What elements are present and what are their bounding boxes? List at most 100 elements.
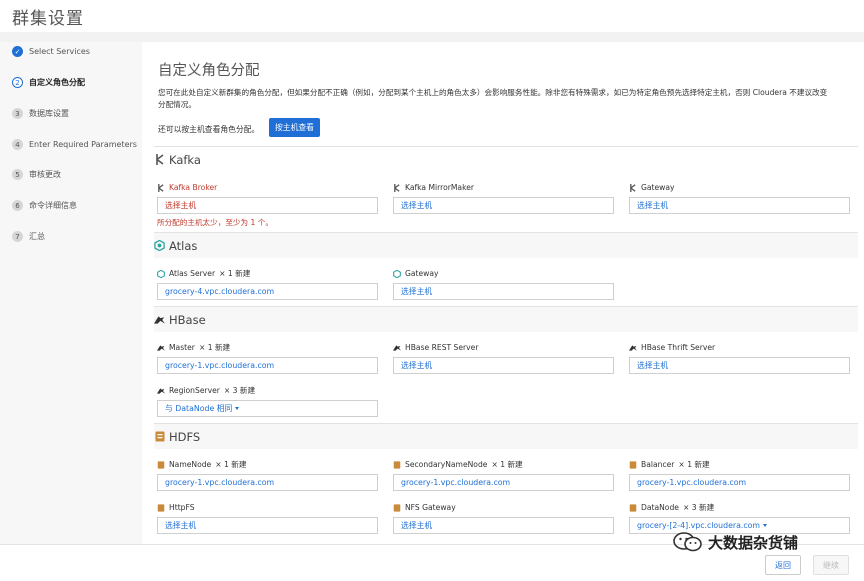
host-select[interactable]: 选择主机 bbox=[393, 197, 614, 214]
kafka-section-name: Kafka bbox=[169, 152, 201, 167]
hdfs-icon bbox=[157, 460, 165, 469]
instance-count: × 1 新建 bbox=[491, 460, 523, 469]
role-atlas-gateway: Gateway 选择主机 bbox=[393, 268, 614, 300]
step-number: 5 bbox=[12, 169, 23, 180]
role-hdfs-nfs-gateway: NFS Gateway 选择主机 bbox=[393, 502, 614, 534]
role-hdfs-namenode: NameNode × 1 新建 grocery-1.vpc.cloudera.c… bbox=[157, 459, 378, 491]
step-number: 7 bbox=[12, 231, 23, 242]
back-button[interactable]: 返回 bbox=[765, 555, 801, 575]
step-number: 2 bbox=[12, 77, 23, 88]
watermark: 大数据杂货铺 bbox=[672, 531, 798, 553]
role-kafka-mirrormaker: Kafka MirrorMaker 选择主机 bbox=[393, 182, 614, 214]
role-hbase-thrift-server: HBase Thrift Server 选择主机 bbox=[629, 342, 850, 374]
host-select[interactable]: grocery-1.vpc.cloudera.com bbox=[157, 357, 378, 374]
caret-down-icon bbox=[235, 407, 240, 410]
role-name: Gateway bbox=[641, 183, 675, 192]
host-select[interactable]: grocery-1.vpc.cloudera.com bbox=[393, 474, 614, 491]
hdfs-icon bbox=[629, 460, 637, 469]
step-select-services[interactable]: ✓ Select Services bbox=[12, 46, 90, 57]
atlas-icon bbox=[154, 240, 165, 251]
header-divider bbox=[0, 32, 864, 42]
atlas-section-name: Atlas bbox=[169, 238, 198, 253]
step-label: Select Services bbox=[29, 47, 90, 56]
role-name: Balancer bbox=[641, 460, 675, 469]
step-number: 3 bbox=[12, 108, 23, 119]
step-database-setup[interactable]: 3 数据库设置 bbox=[12, 108, 69, 119]
host-select[interactable]: 选择主机 bbox=[393, 517, 614, 534]
step-command-details[interactable]: 6 命令详细信息 bbox=[12, 200, 77, 211]
instance-count: × 3 新建 bbox=[223, 386, 256, 395]
role-name: Kafka MirrorMaker bbox=[405, 183, 475, 192]
check-icon: ✓ bbox=[12, 46, 23, 57]
kafka-icon bbox=[629, 183, 637, 192]
kafka-icon bbox=[154, 154, 165, 165]
atlas-icon bbox=[157, 269, 165, 278]
host-select[interactable]: 选择主机 bbox=[393, 283, 614, 300]
continue-button[interactable]: 继续 bbox=[813, 555, 849, 575]
role-kafka-gateway: Gateway 选择主机 bbox=[629, 182, 850, 214]
step-review-changes[interactable]: 5 审核更改 bbox=[12, 169, 61, 180]
section-title: 自定义角色分配 bbox=[158, 63, 260, 79]
role-name: SecondaryNameNode bbox=[405, 460, 488, 469]
step-number: 6 bbox=[12, 200, 23, 211]
hbase-icon bbox=[393, 344, 401, 352]
host-select[interactable]: grocery-1.vpc.cloudera.com bbox=[629, 474, 850, 491]
main-panel: 自定义角色分配 您可在此处自定义新群集的角色分配，但如果分配不正确（例如，分配到… bbox=[142, 42, 864, 544]
role-name: Atlas Server bbox=[169, 269, 216, 278]
step-label: Enter Required Parameters bbox=[29, 140, 137, 149]
step-label: 命令详细信息 bbox=[29, 201, 77, 210]
hbase-icon bbox=[154, 314, 165, 325]
hdfs-section-name: HDFS bbox=[169, 429, 201, 444]
role-hdfs-balancer: Balancer × 1 新建 grocery-1.vpc.cloudera.c… bbox=[629, 459, 850, 491]
role-name: NameNode bbox=[169, 460, 212, 469]
hdfs-icon bbox=[393, 503, 401, 512]
role-name: Gateway bbox=[405, 269, 439, 278]
role-hdfs-httpfs: HttpFS 选择主机 bbox=[157, 502, 378, 534]
host-select[interactable]: grocery-1.vpc.cloudera.com bbox=[157, 474, 378, 491]
role-hbase-master: Master × 1 新建 grocery-1.vpc.cloudera.com bbox=[157, 342, 378, 374]
hbase-icon bbox=[157, 344, 165, 352]
atlas-section-header: Atlas bbox=[154, 232, 858, 258]
description-text: 您可在此处自定义新群集的角色分配，但如果分配不正确（例如，分配到某个主机上的角色… bbox=[158, 88, 828, 109]
host-select-value: grocery-[2-4].vpc.cloudera.com bbox=[637, 521, 760, 530]
host-select[interactable]: grocery-4.vpc.cloudera.com bbox=[157, 283, 378, 300]
hdfs-icon bbox=[629, 503, 637, 512]
wizard-sidebar: ✓ Select Services 2 自定义角色分配 3 数据库设置 4 En… bbox=[0, 42, 142, 544]
role-hdfs-secondarynamenode: SecondaryNameNode × 1 新建 grocery-1.vpc.c… bbox=[393, 459, 614, 491]
role-name: Kafka Broker bbox=[169, 183, 218, 192]
role-hbase-regionserver: RegionServer × 3 新建 与 DataNode 相同 bbox=[157, 385, 378, 417]
atlas-icon bbox=[393, 269, 401, 278]
hbase-section-header: HBase bbox=[154, 306, 858, 332]
host-select-value: 与 DataNode 相同 bbox=[165, 404, 233, 413]
view-by-host-button[interactable]: 按主机查看 bbox=[269, 118, 320, 137]
role-kafka-broker: Kafka Broker 选择主机 所分配的主机太少，至少为 1 个。 bbox=[157, 182, 378, 228]
error-message: 所分配的主机太少，至少为 1 个。 bbox=[157, 218, 273, 227]
hdfs-icon bbox=[393, 460, 401, 469]
wechat-icon bbox=[673, 532, 702, 552]
watermark-text: 大数据杂货铺 bbox=[708, 533, 799, 552]
step-summary[interactable]: 7 汇总 bbox=[12, 231, 45, 242]
page-title: 群集设置 bbox=[12, 9, 84, 29]
host-select[interactable]: 选择主机 bbox=[157, 197, 378, 214]
hdfs-icon bbox=[154, 431, 165, 442]
kafka-icon bbox=[157, 183, 165, 192]
host-select-dropdown[interactable]: 与 DataNode 相同 bbox=[157, 400, 378, 417]
host-select[interactable]: 选择主机 bbox=[629, 197, 850, 214]
step-custom-role-assignment[interactable]: 2 自定义角色分配 bbox=[12, 77, 85, 88]
hbase-icon bbox=[629, 344, 637, 352]
kafka-section-header: Kafka bbox=[154, 146, 858, 172]
host-select[interactable]: 选择主机 bbox=[393, 357, 614, 374]
role-name: RegionServer bbox=[169, 386, 220, 395]
role-atlas-server: Atlas Server × 1 新建 grocery-4.vpc.cloude… bbox=[157, 268, 378, 300]
step-required-parameters[interactable]: 4 Enter Required Parameters bbox=[12, 139, 137, 150]
role-name: DataNode bbox=[641, 503, 679, 512]
step-label: 自定义角色分配 bbox=[29, 78, 85, 87]
role-hbase-rest-server: HBase REST Server 选择主机 bbox=[393, 342, 614, 374]
view-by-host-text: 还可以按主机查看角色分配。 bbox=[158, 125, 260, 134]
role-name: NFS Gateway bbox=[405, 503, 456, 512]
kafka-icon bbox=[393, 183, 401, 192]
host-select[interactable]: 选择主机 bbox=[629, 357, 850, 374]
host-select[interactable]: 选择主机 bbox=[157, 517, 378, 534]
step-number: 4 bbox=[12, 139, 23, 150]
instance-count: × 3 新建 bbox=[682, 503, 715, 512]
